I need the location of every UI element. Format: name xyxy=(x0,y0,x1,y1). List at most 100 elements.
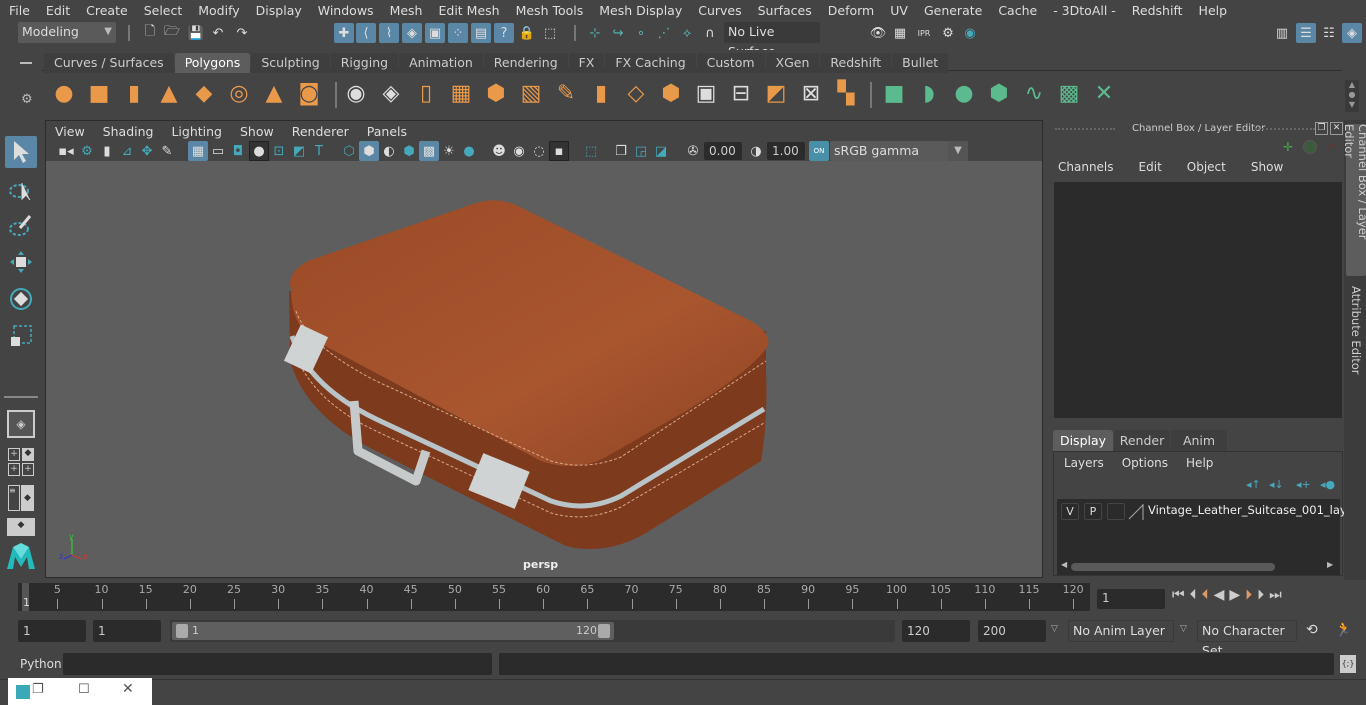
shelf-scroll[interactable]: ▲ ● ▼ xyxy=(1345,80,1359,112)
menu-edit[interactable]: Edit xyxy=(37,3,77,18)
snap-to-point-icon[interactable]: ∘ xyxy=(631,23,651,43)
layer-visibility-toggle[interactable]: V xyxy=(1061,503,1079,520)
uv-layout-icon[interactable]: ✕ xyxy=(1090,80,1118,108)
hypershade-icon[interactable]: ◉ xyxy=(960,23,980,43)
viewport-menu-lighting[interactable]: Lighting xyxy=(162,124,231,139)
menu-file[interactable]: File xyxy=(0,3,37,18)
xray-components-icon[interactable]: ◪ xyxy=(651,141,671,161)
animation-end-field[interactable]: 200 xyxy=(978,620,1046,642)
help-icon[interactable]: ? xyxy=(494,23,514,43)
select-hierarchy-icon[interactable]: ✚ xyxy=(334,23,354,43)
range-slider-bar[interactable]: 1 120 xyxy=(172,622,614,640)
layer-display-type-toggle[interactable] xyxy=(1107,503,1125,520)
channel-box-menu-edit[interactable]: Edit xyxy=(1126,160,1174,174)
restore-icon[interactable]: ❐ xyxy=(32,682,44,697)
command-input[interactable] xyxy=(63,653,492,675)
channel-box-menu-channels[interactable]: Channels xyxy=(1045,160,1126,174)
snap-to-curve-icon[interactable]: ↪ xyxy=(608,23,628,43)
menu-edit-mesh[interactable]: Edit Mesh xyxy=(429,3,506,18)
poly-pipe-icon[interactable]: ◙ xyxy=(295,80,323,108)
menu-mesh-display[interactable]: Mesh Display xyxy=(590,3,689,18)
maya-logo-icon[interactable] xyxy=(5,540,37,572)
snap-to-surface-icon[interactable]: ⟡ xyxy=(677,23,697,43)
shelf-tab-xgen[interactable]: XGen xyxy=(765,53,820,73)
viewport-menu-panels[interactable]: Panels xyxy=(358,124,416,139)
viewport-menu-shading[interactable]: Shading xyxy=(94,124,163,139)
anim-layer-chevron-icon[interactable]: ▽ xyxy=(1051,624,1058,634)
channel-box-menu-object[interactable]: Object xyxy=(1174,160,1238,174)
shelf-tab-animation[interactable]: Animation xyxy=(399,53,483,73)
workspace-mode-dropdown[interactable]: Modeling ▼ xyxy=(18,22,116,43)
shelf-tab-bullet[interactable]: Bullet xyxy=(892,53,949,73)
menu-modify[interactable]: Modify xyxy=(189,3,246,18)
step-back-frame-icon[interactable]: ⏴ xyxy=(1190,587,1197,603)
channel-box-menu-show[interactable]: Show xyxy=(1238,160,1295,174)
ipr-render-icon[interactable]: IPR xyxy=(914,23,934,43)
smooth-shade-icon[interactable]: ⬢ xyxy=(359,141,379,161)
scale-tool-icon[interactable] xyxy=(5,320,37,352)
layer-name[interactable]: Vintage_Leather_Suitcase_001_layer xyxy=(1148,503,1359,517)
poly-plane-icon[interactable]: ◆ xyxy=(190,80,218,108)
safe-title-icon[interactable]: T xyxy=(309,141,329,161)
wireframe-icon[interactable]: ⬡ xyxy=(339,141,359,161)
uv-cylindrical-icon[interactable]: ◗ xyxy=(915,80,943,108)
layer-menu-options[interactable]: Options xyxy=(1112,456,1176,470)
layer-menu-layers[interactable]: Layers xyxy=(1054,456,1112,470)
shelf-tab-sculpting[interactable]: Sculpting xyxy=(251,53,330,73)
use-all-lights-icon[interactable]: ☀ xyxy=(439,141,459,161)
smooth-icon[interactable]: ▦ xyxy=(447,80,475,108)
shelf-tab-rigging[interactable]: Rigging xyxy=(330,53,399,73)
mirror-icon[interactable]: ▯ xyxy=(412,80,440,108)
save-scene-icon[interactable]: 💾 xyxy=(186,23,206,43)
wireframe-on-shaded-icon[interactable]: ⬢ xyxy=(399,141,419,161)
xray-joints-icon[interactable]: ◲ xyxy=(631,141,651,161)
menu-display[interactable]: Display xyxy=(247,3,309,18)
menu-mesh[interactable]: Mesh xyxy=(381,3,430,18)
magnet-icon[interactable]: ∩ xyxy=(700,23,720,43)
menu-windows[interactable]: Windows xyxy=(309,3,381,18)
step-forward-frame-icon[interactable]: ⏵ xyxy=(1257,587,1264,603)
channel-box-toggle-icon[interactable]: ◈ xyxy=(1342,23,1362,43)
animation-start-field[interactable]: 1 xyxy=(18,620,86,642)
append-icon[interactable]: ◇ xyxy=(622,80,650,108)
tool-settings-icon[interactable]: ☷ xyxy=(1319,23,1339,43)
layer-menu-help[interactable]: Help xyxy=(1176,456,1221,470)
character-set-dropdown[interactable]: No Character Set xyxy=(1197,620,1297,658)
default-material-icon[interactable]: ◐ xyxy=(379,141,399,161)
scene-suitcase-render[interactable] xyxy=(46,161,1042,577)
script-editor-icon[interactable]: {;} xyxy=(1340,655,1356,673)
combine-icon[interactable]: ◉ xyxy=(342,80,370,108)
layer-color-swatch-icon[interactable] xyxy=(1128,503,1144,520)
poly-cone-icon[interactable]: ▲ xyxy=(155,80,183,108)
snap-points-icon[interactable]: ⁘ xyxy=(448,23,468,43)
modeling-toolkit-icon[interactable]: ▥ xyxy=(1272,23,1292,43)
poly-cube-icon[interactable]: ■ xyxy=(85,80,113,108)
uv-spherical-icon[interactable]: ● xyxy=(950,80,978,108)
layer-tab-render[interactable]: Render xyxy=(1114,430,1170,451)
menu-mesh-tools[interactable]: Mesh Tools xyxy=(507,3,591,18)
offset-edge-icon[interactable]: ◩ xyxy=(762,80,790,108)
menu-curves[interactable]: Curves xyxy=(689,3,748,18)
menu-help[interactable]: Help xyxy=(1190,3,1235,18)
grid-toggle-icon[interactable]: ▦ xyxy=(188,141,208,161)
snap-grid-icon[interactable]: ▣ xyxy=(425,23,445,43)
insert-edge-loop-icon[interactable]: ⊟ xyxy=(727,80,755,108)
move-tool-icon[interactable] xyxy=(5,246,37,278)
menu-select[interactable]: Select xyxy=(135,3,190,18)
tab-channel-box-layer-editor[interactable]: Channel Box / Layer Editor xyxy=(1342,124,1366,276)
select-camera-icon[interactable]: ▪◂ xyxy=(56,141,76,161)
depth-of-field-icon[interactable]: ▪ xyxy=(549,141,569,161)
shelf-tab-rendering[interactable]: Rendering xyxy=(483,53,568,73)
range-start-handle[interactable] xyxy=(176,624,188,638)
safe-action-icon[interactable]: ◩ xyxy=(289,141,309,161)
select-object-icon[interactable]: ⟨ xyxy=(356,23,376,43)
manipulator-icon[interactable]: ✛ xyxy=(1283,140,1293,154)
redo-icon[interactable]: ↷ xyxy=(232,23,252,43)
single-pane-layout-icon[interactable]: ◈ xyxy=(5,408,37,440)
view-transform-dropdown[interactable]: sRGB gamma ▼ xyxy=(830,141,968,161)
select-tool-icon[interactable] xyxy=(5,136,37,168)
playback-start-field[interactable]: 1 xyxy=(93,620,161,642)
layer-list-hscrollbar[interactable]: ◀ ▶ xyxy=(1061,560,1333,572)
bridge-icon[interactable]: ▮ xyxy=(587,80,615,108)
range-end-handle[interactable] xyxy=(598,624,610,638)
